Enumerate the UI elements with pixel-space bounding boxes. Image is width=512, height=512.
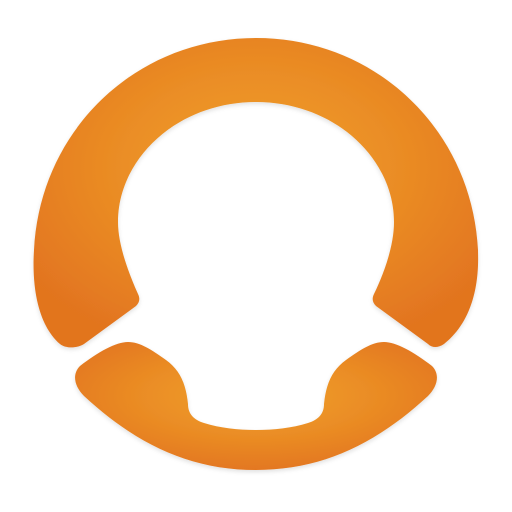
- phone-receiver-shape: [75, 342, 437, 470]
- ring-shape: [33, 38, 479, 348]
- ring-phone-logo-icon: [33, 38, 479, 470]
- app-icon-canvas: [0, 0, 512, 512]
